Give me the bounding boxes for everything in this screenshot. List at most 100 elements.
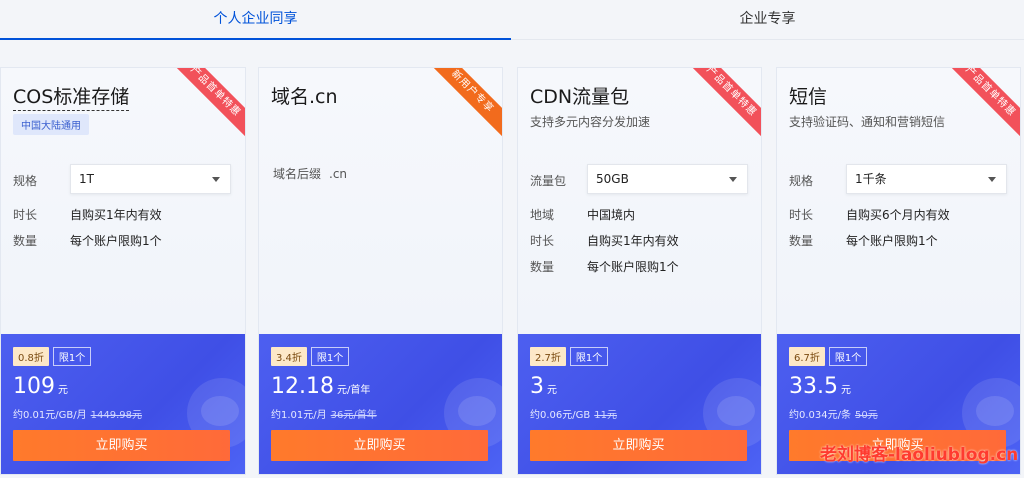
package-label: 流量包 xyxy=(530,174,567,188)
info-key: 地域 xyxy=(530,208,555,222)
price-unit: 元 xyxy=(840,385,851,396)
suffix-value: .cn xyxy=(329,167,348,181)
info-key: 数量 xyxy=(789,234,814,248)
info-value: 自购买1年内有效 xyxy=(70,208,162,222)
discount-badge: 0.8折 xyxy=(13,347,49,366)
product-title[interactable]: COS标准存储 xyxy=(13,82,130,111)
info-value: 每个账户限购1个 xyxy=(846,234,938,248)
product-card-sms: 产品首单特惠 短信 支持验证码、通知和营销短信 规格 1千条 时长 自购买6个月… xyxy=(776,67,1021,475)
unit-price: 约0.034元/条 50元 xyxy=(789,406,878,421)
info-row: 数量 每个账户限购1个 xyxy=(13,232,162,249)
info-row: 时长 自购买1年内有效 xyxy=(530,232,679,249)
promo-ribbon: 产品首单特惠 xyxy=(165,68,245,142)
badge-group: 0.8折 限1个 xyxy=(13,347,92,366)
limit-badge: 限1个 xyxy=(52,347,92,366)
original-price: 11元 xyxy=(594,410,617,421)
price-unit: 元 xyxy=(58,385,68,396)
limit-badge: 限1个 xyxy=(828,347,868,366)
buy-button[interactable]: 立即购买 xyxy=(271,430,488,461)
original-price: 50元 xyxy=(855,410,878,421)
promo-ribbon: 新用户专享 xyxy=(422,68,502,142)
tab-bar: 个人企业同享 企业专享 xyxy=(0,0,1024,40)
buy-button[interactable]: 立即购买 xyxy=(13,430,230,461)
suffix-label: 域名后缀 xyxy=(273,167,322,181)
package-select[interactable]: 50GB xyxy=(587,164,748,194)
buy-button[interactable]: 立即购买 xyxy=(530,430,747,461)
product-card-cdn: 产品首单特惠 CDN流量包 支持多元内容分发加速 流量包 50GB 地域 中国境… xyxy=(517,67,762,475)
price-value: 12.18 xyxy=(271,374,334,399)
info-row: 地域 中国境内 xyxy=(530,206,635,223)
limit-badge: 限1个 xyxy=(569,347,609,366)
info-key: 时长 xyxy=(530,234,555,248)
product-subtitle: 支持多元内容分发加速 xyxy=(530,115,651,129)
spec-select[interactable]: 1千条 xyxy=(846,164,1007,194)
product-card-cos: 产品首单特惠 COS标准存储 中国大陆通用 规格 1T 时长 自购买1年内有效 … xyxy=(0,67,246,475)
coin-decoration xyxy=(458,396,496,426)
info-value: 自购买1年内有效 xyxy=(587,234,679,248)
package-select-value: 50GB xyxy=(596,172,629,186)
badge-group: 2.7折 限1个 xyxy=(530,347,609,366)
discount-badge: 3.4折 xyxy=(271,347,307,366)
info-key: 时长 xyxy=(789,208,814,222)
badge-group: 6.7折 限1个 xyxy=(789,347,868,366)
info-key: 数量 xyxy=(13,234,38,248)
unit-price: 约0.01元/GB/月 1449.98元 xyxy=(13,406,142,421)
price: 33.5 元 xyxy=(789,374,851,399)
domain-suffix: 域名后缀 .cn xyxy=(273,165,347,182)
product-title: 短信 xyxy=(789,86,828,108)
spec-label: 规格 xyxy=(13,174,38,188)
discount-badge: 2.7折 xyxy=(530,347,566,366)
unit-price: 约1.01元/月 36元/首年 xyxy=(271,406,377,421)
coin-decoration xyxy=(976,396,1014,426)
unit-price-value: 约0.06元/GB xyxy=(530,410,591,421)
product-subtitle: 支持验证码、通知和营销短信 xyxy=(789,115,946,129)
info-row: 数量 每个账户限购1个 xyxy=(789,232,938,249)
product-title: 域名.cn xyxy=(271,86,338,108)
region-tag: 中国大陆通用 xyxy=(13,114,89,135)
info-key: 时长 xyxy=(13,208,38,222)
unit-price-value: 约0.01元/GB/月 xyxy=(13,410,87,421)
tab-personal-enterprise[interactable]: 个人企业同享 xyxy=(0,0,511,40)
info-row: 时长 自购买1年内有效 xyxy=(13,206,162,223)
limit-badge: 限1个 xyxy=(310,347,350,366)
unit-price: 约0.06元/GB 11元 xyxy=(530,406,617,421)
spec-label: 规格 xyxy=(789,174,814,188)
coin-decoration xyxy=(201,396,239,426)
info-value: 自购买6个月内有效 xyxy=(846,208,950,222)
price-value: 109 xyxy=(13,374,55,399)
price: 3元 xyxy=(530,374,557,399)
product-title: CDN流量包 xyxy=(530,86,630,108)
promo-ribbon: 产品首单特惠 xyxy=(940,68,1020,142)
tab-enterprise-only[interactable]: 企业专享 xyxy=(511,0,1024,40)
price-panel: 0.8折 限1个 109 元 约0.01元/GB/月 1449.98元 立即购买 xyxy=(1,334,245,474)
info-value: 中国境内 xyxy=(587,208,636,222)
price: 109 元 xyxy=(13,374,68,399)
product-card-domain: 新用户专享 域名.cn 域名后缀 .cn 3.4折 限1个 12.18 元/首年 约… xyxy=(258,67,503,475)
price-value: 3 xyxy=(530,374,544,399)
info-key: 数量 xyxy=(530,260,555,274)
info-row: 时长 自购买6个月内有效 xyxy=(789,206,950,223)
discount-badge: 6.7折 xyxy=(789,347,825,366)
price-value: 33.5 xyxy=(789,374,838,399)
info-row: 数量 每个账户限购1个 xyxy=(530,258,679,275)
price-panel: 3.4折 限1个 12.18 元/首年 约1.01元/月 36元/首年 立即购买 xyxy=(259,334,502,474)
unit-price-value: 约0.034元/条 xyxy=(789,410,851,421)
price: 12.18 元/首年 xyxy=(271,374,370,399)
unit-price-value: 约1.01元/月 xyxy=(271,410,327,421)
watermark: 老刘博客-laoliublog.cn xyxy=(820,445,1019,465)
info-value: 每个账户限购1个 xyxy=(70,234,162,248)
chevron-down-icon xyxy=(729,177,737,182)
price-panel: 2.7折 限1个 3元 约0.06元/GB 11元 立即购买 xyxy=(518,334,761,474)
original-price: 1449.98元 xyxy=(90,410,142,421)
badge-group: 3.4折 限1个 xyxy=(271,347,350,366)
coin-decoration xyxy=(717,396,755,426)
promo-ribbon: 产品首单特惠 xyxy=(681,68,761,142)
spec-select-value: 1T xyxy=(79,172,94,186)
price-unit: 元 xyxy=(547,385,557,396)
spec-select[interactable]: 1T xyxy=(70,164,231,194)
chevron-down-icon xyxy=(212,177,220,182)
info-value: 每个账户限购1个 xyxy=(587,260,679,274)
spec-select-value: 1千条 xyxy=(855,172,887,186)
original-price: 36元/首年 xyxy=(330,410,377,421)
price-unit: 元/首年 xyxy=(336,385,371,396)
